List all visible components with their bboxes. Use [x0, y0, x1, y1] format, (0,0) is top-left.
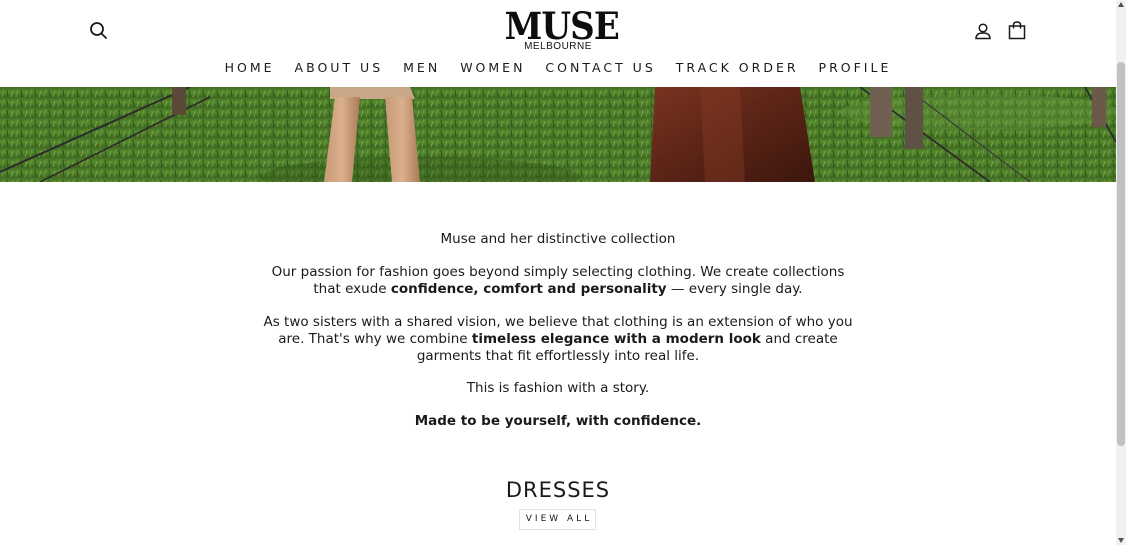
about-tagline: Made to be yourself, with confidence. [414, 413, 702, 429]
brand-logo[interactable]: MUSE MELBOURNE [500, 4, 620, 52]
sisters-text-bold: timeless elegance with a modern look [471, 331, 761, 347]
page-scrollbar[interactable] [1116, 0, 1126, 545]
about-headline: Muse and her distinctive collection [440, 231, 676, 247]
passion-text-bold: confidence, comfort and personality [390, 281, 667, 297]
collection-title: DRESSES [505, 478, 611, 502]
about-story-line: This is fashion with a story. [466, 380, 650, 396]
nav-item-women[interactable]: WOMEN [450, 60, 535, 78]
scrollbar-thumb[interactable] [1117, 62, 1125, 446]
logo-wordmark: MUSE [504, 4, 620, 48]
site-header: MUSE MELBOURNE HOME ABOUT US MEN WOMEN C… [0, 0, 1116, 87]
scroll-up-arrow-icon[interactable] [1118, 2, 1124, 7]
account-button[interactable] [974, 22, 992, 40]
view-all-button[interactable]: VIEW ALL [519, 509, 596, 530]
nav-item-track-order[interactable]: TRACK ORDER [666, 60, 809, 78]
about-paragraph-sisters: As two sisters with a shared vision, we … [250, 314, 866, 365]
about-paragraph-passion: Our passion for fashion goes beyond simp… [270, 264, 846, 298]
nav-item-contact-us[interactable]: CONTACT US [535, 60, 665, 78]
cart-button[interactable] [1008, 21, 1026, 40]
passion-text-after: — every single day. [666, 281, 803, 297]
nav-item-home[interactable]: HOME [215, 60, 285, 78]
search-button[interactable] [88, 20, 110, 42]
main-nav: HOME ABOUT US MEN WOMEN CONTACT US TRACK… [0, 60, 1116, 78]
nav-item-men[interactable]: MEN [393, 60, 450, 78]
cart-icon [1008, 21, 1026, 40]
nav-item-about-us[interactable]: ABOUT US [285, 60, 394, 78]
hero-image [0, 87, 1116, 182]
page: MUSE MELBOURNE HOME ABOUT US MEN WOMEN C… [0, 0, 1126, 545]
search-icon [90, 22, 107, 39]
scroll-down-arrow-icon[interactable] [1118, 538, 1124, 543]
nav-item-profile[interactable]: PROFILE [809, 60, 902, 78]
account-icon [975, 23, 991, 40]
